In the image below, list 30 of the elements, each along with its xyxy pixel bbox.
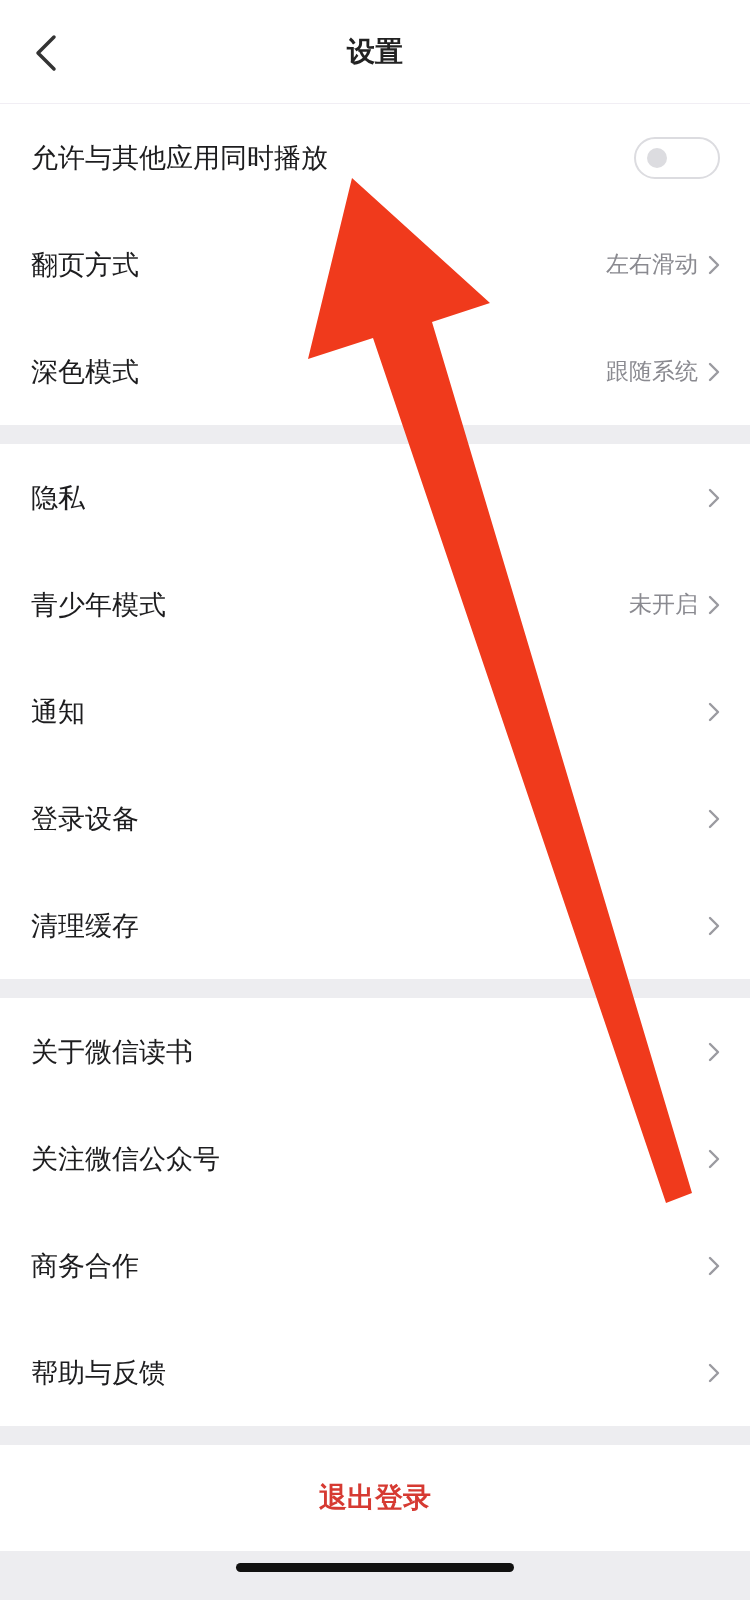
row-label: 允许与其他应用同时播放 xyxy=(31,140,329,175)
chevron-right-icon[interactable] xyxy=(708,1148,720,1169)
toggle-switch[interactable] xyxy=(634,136,720,179)
row-label: 通知 xyxy=(31,694,86,729)
chevron-right-icon[interactable] xyxy=(708,594,720,615)
row-label: 商务合作 xyxy=(31,1248,140,1283)
chevron-right-icon[interactable] xyxy=(708,1255,720,1276)
row-label: 登录设备 xyxy=(31,801,140,836)
row-label: 隐私 xyxy=(31,480,86,515)
chevron-right-icon[interactable] xyxy=(708,808,720,829)
row-label: 关注微信公众号 xyxy=(31,1141,221,1176)
row-label: 帮助与反馈 xyxy=(31,1355,167,1390)
chevron-right-icon[interactable] xyxy=(708,361,720,382)
back-icon[interactable] xyxy=(34,34,58,72)
page-title: 设置 xyxy=(347,33,403,70)
chevron-right-icon[interactable] xyxy=(708,1362,720,1383)
chevron-right-icon[interactable] xyxy=(708,1041,720,1062)
row-label: 深色模式 xyxy=(31,354,140,389)
chevron-right-icon[interactable] xyxy=(708,487,720,508)
row-label: 关于微信读书 xyxy=(31,1034,194,1069)
chevron-right-icon[interactable] xyxy=(708,254,720,275)
row-label: 青少年模式 xyxy=(31,587,167,622)
row-value: 跟随系统 xyxy=(606,357,698,386)
chevron-right-icon[interactable] xyxy=(708,915,720,936)
logout-button[interactable]: 退出登录 xyxy=(0,1445,750,1551)
chevron-right-icon[interactable] xyxy=(708,701,720,722)
row-label: 清理缓存 xyxy=(31,908,140,943)
row-label: 翻页方式 xyxy=(31,247,140,282)
row-value: 左右滑动 xyxy=(606,250,698,279)
row-value: 未开启 xyxy=(629,590,698,619)
